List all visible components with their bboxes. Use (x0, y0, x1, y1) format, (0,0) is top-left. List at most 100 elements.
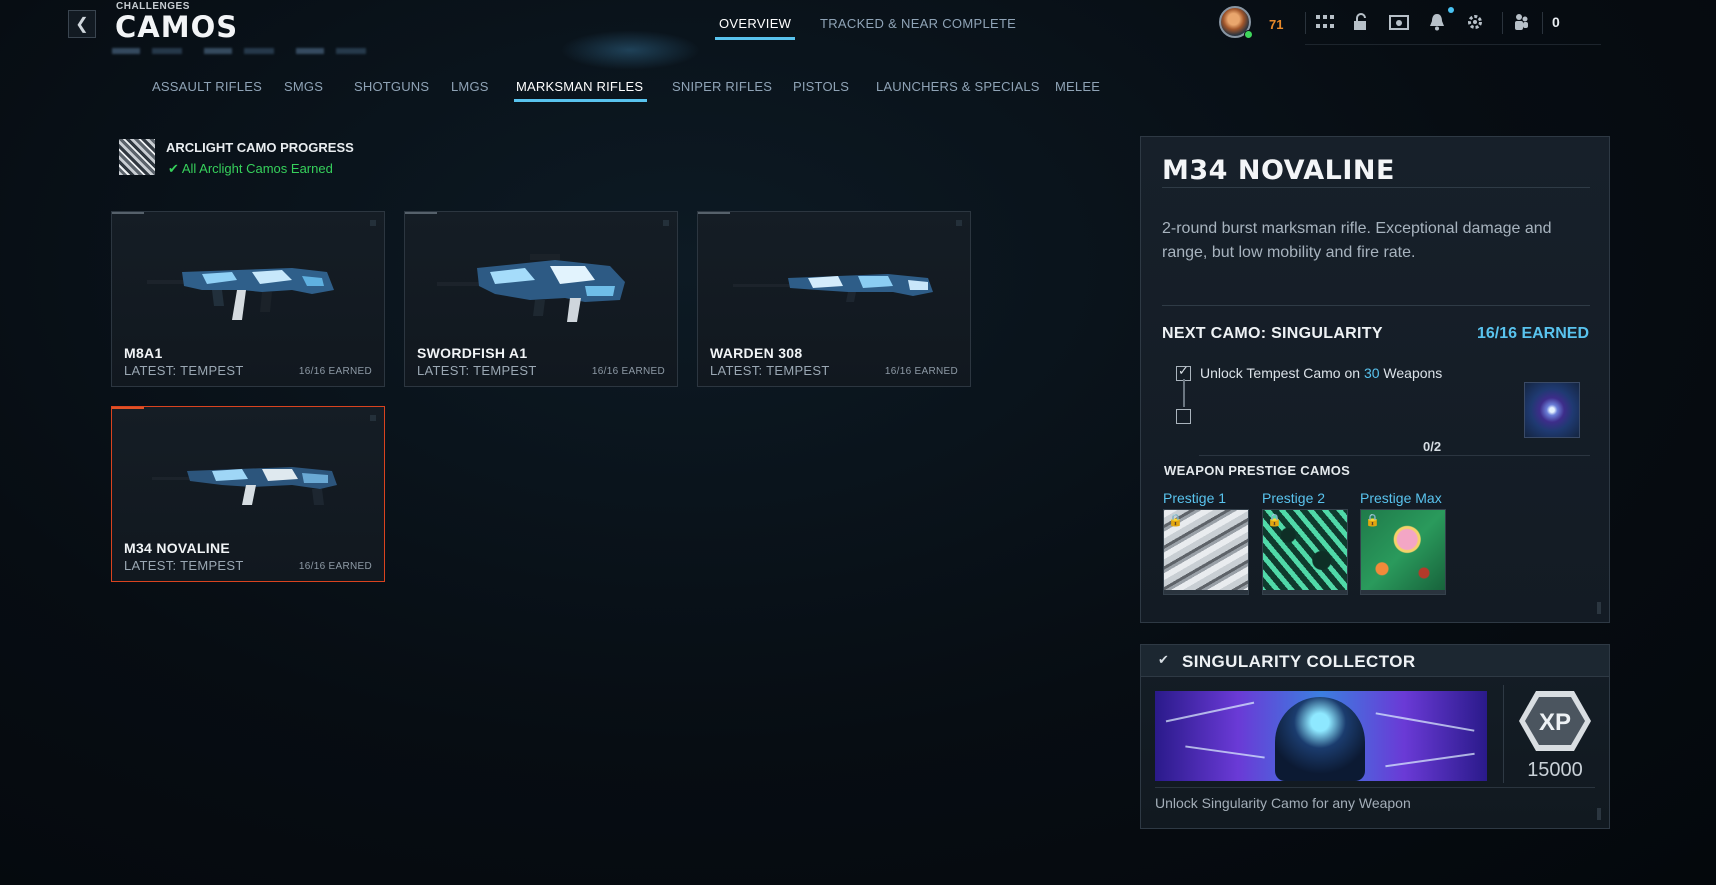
prestige-max-camo[interactable]: 🔒 (1360, 509, 1446, 595)
weapon-image-m34-novaline (152, 467, 337, 505)
weapon-card-m8a1[interactable]: M8A1 LATEST: TEMPEST 16/16 EARNED (111, 211, 385, 387)
lock-icon: 🔒 (1168, 513, 1183, 527)
singularity-camo-thumbnail[interactable] (1524, 382, 1580, 438)
chevron-left-icon: ❮ (75, 16, 89, 33)
singularity-collector-panel: ✔ SINGULARITY COLLECTOR XP 15000 Unlock … (1140, 644, 1610, 829)
store-icon[interactable] (1388, 11, 1410, 33)
toolbar-divider (1305, 12, 1306, 34)
panel-scroll-indicator (1597, 808, 1601, 820)
divider (1155, 787, 1595, 788)
card-corner-marker (370, 415, 376, 421)
tab-pistols[interactable]: PISTOLS (793, 79, 849, 94)
divider (1162, 305, 1590, 306)
xp-badge-icon: XP (1519, 691, 1591, 751)
arclight-camo-thumbnail (119, 139, 155, 175)
requirement-count: 30 (1363, 365, 1380, 381)
friends-icon[interactable] (1510, 11, 1532, 33)
weapon-card-swordfish-a1[interactable]: SWORDFISH A1 LATEST: TEMPEST 16/16 EARNE… (404, 211, 678, 387)
art-streak (1375, 712, 1475, 732)
weapon-earned-count: 16/16 EARNED (591, 366, 665, 377)
bell-icon[interactable] (1426, 11, 1448, 33)
requirement-suffix: Weapons (1379, 365, 1443, 381)
collector-header: ✔ SINGULARITY COLLECTOR (1141, 645, 1609, 677)
panel-scroll-indicator (1597, 602, 1601, 614)
toolbar-divider (1502, 12, 1503, 34)
weapon-latest-camo: LATEST: TEMPEST (124, 558, 244, 573)
weapon-image-warden-308 (733, 274, 933, 302)
prestige-progress-bar (1263, 590, 1347, 594)
weapon-latest-camo: LATEST: TEMPEST (417, 363, 537, 378)
gear-icon[interactable] (1464, 11, 1486, 33)
page-title: CAMOS (115, 10, 239, 44)
title-underline-decoration (112, 48, 372, 54)
next-camo-earned: 16/16 EARNED (1476, 325, 1589, 342)
weapon-description: 2-round burst marksman rifle. Exceptiona… (1162, 220, 1552, 261)
arclight-status: ✔ All Arclight Camos Earned (168, 161, 333, 177)
weapon-card-warden-308[interactable]: WARDEN 308 LATEST: TEMPEST 16/16 EARNED (697, 211, 971, 387)
weapon-name: M8A1 (124, 345, 163, 361)
weapon-earned-count: 16/16 EARNED (298, 561, 372, 572)
friends-count: 0 (1552, 14, 1560, 30)
card-top-marker (112, 407, 144, 409)
unlock-icon[interactable] (1350, 11, 1372, 33)
weapon-image-m8a1 (147, 268, 334, 320)
top-bar: ❮ CHALLENGES CAMOS OVERVIEW TRACKED & NE… (0, 0, 1716, 70)
tab-launchers-specials[interactable]: LAUNCHERS & SPECIALS (876, 79, 1040, 94)
card-top-marker (698, 212, 730, 214)
weapon-name: SWORDFISH A1 (417, 345, 528, 361)
arclight-status-text: All Arclight Camos Earned (181, 161, 333, 176)
prestige-1-label: Prestige 1 (1163, 490, 1227, 506)
lock-icon: 🔒 (1267, 513, 1282, 527)
prestige-2-camo[interactable]: 🔒 (1262, 509, 1348, 595)
tab-overview[interactable]: OVERVIEW (714, 16, 796, 40)
tab-smgs[interactable]: SMGS (284, 79, 323, 94)
requirement-checkbox-empty (1176, 409, 1191, 424)
tab-tracked-near-complete[interactable]: TRACKED & NEAR COMPLETE (820, 16, 1016, 31)
checkmark-icon: ✔ (168, 161, 179, 176)
camo-progress: 0/2 (1423, 439, 1442, 454)
weapon-earned-count: 16/16 EARNED (884, 366, 958, 377)
checkmark-icon: ✓ (1178, 363, 1189, 378)
back-button[interactable]: ❮ (68, 10, 96, 38)
notification-dot (1448, 7, 1454, 13)
tab-glow-decoration (560, 30, 700, 70)
toolbar-underline (1305, 44, 1601, 45)
detail-weapon-name: M34 NOVALINE (1162, 155, 1395, 186)
weapon-detail-panel: M34 NOVALINE 2-round burst marksman rifl… (1140, 136, 1610, 623)
art-streak (1185, 745, 1265, 759)
prestige-progress-bar (1164, 590, 1248, 594)
weapon-latest-camo: LATEST: TEMPEST (710, 363, 830, 378)
weapon-image-swordfish-a1 (437, 254, 625, 322)
next-camo-label: NEXT CAMO: SINGULARITY (1162, 325, 1383, 342)
prestige-2-label: Prestige 2 (1262, 490, 1326, 506)
collector-description: Unlock Singularity Camo for any Weapon (1155, 795, 1411, 811)
tab-lmgs[interactable]: LMGS (451, 79, 489, 94)
weapon-card-m34-novaline[interactable]: M34 NOVALINE LATEST: TEMPEST 16/16 EARNE… (111, 406, 385, 582)
checkmark-icon: ✔ (1158, 652, 1169, 667)
weapon-earned-count: 16/16 EARNED (298, 366, 372, 377)
card-corner-marker (956, 220, 962, 226)
prestige-progress-bar (1361, 590, 1445, 594)
tab-assault-rifles[interactable]: ASSAULT RIFLES (152, 79, 262, 94)
online-status-icon (1244, 30, 1253, 39)
progress-track (1199, 455, 1590, 456)
lock-icon: 🔒 (1365, 513, 1380, 527)
tab-sniper-rifles[interactable]: SNIPER RIFLES (672, 79, 772, 94)
toolbar-divider (1542, 12, 1543, 34)
tab-melee[interactable]: MELEE (1055, 79, 1100, 94)
grid-icon[interactable] (1314, 11, 1336, 33)
xp-reward-value: 15000 (1527, 759, 1583, 781)
card-corner-marker (370, 220, 376, 226)
xp-badge-label: XP (1539, 709, 1571, 736)
prestige-1-camo[interactable]: 🔒 (1163, 509, 1249, 595)
calling-card-figure (1275, 697, 1365, 781)
card-corner-marker (663, 220, 669, 226)
art-streak (1165, 701, 1255, 723)
tab-marksman-rifles[interactable]: MARKSMAN RIFLES (513, 79, 648, 102)
requirement-prefix: Unlock Tempest Camo on (1200, 365, 1364, 381)
weapon-name: WARDEN 308 (710, 345, 803, 361)
weapon-latest-camo: LATEST: TEMPEST (124, 363, 244, 378)
collector-title: SINGULARITY COLLECTOR (1182, 652, 1416, 671)
calling-card-image[interactable] (1155, 691, 1487, 781)
tab-shotguns[interactable]: SHOTGUNS (354, 79, 429, 94)
